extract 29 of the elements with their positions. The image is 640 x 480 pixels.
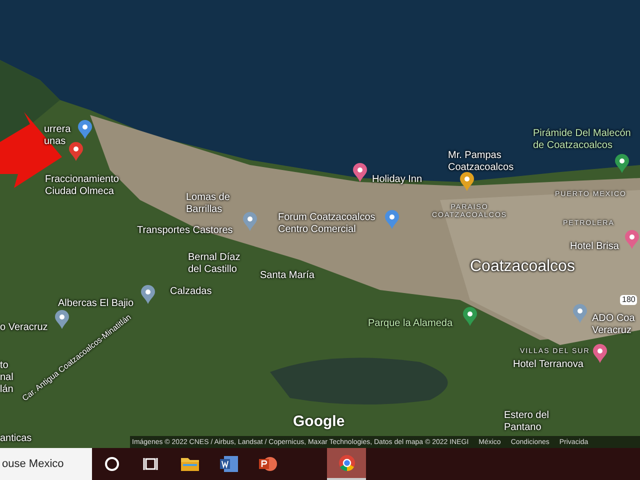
place-label: Hotel Terranova <box>513 359 584 371</box>
park-label: Parque la Alameda <box>368 318 453 330</box>
google-logo: Google <box>293 413 345 430</box>
place-label: ADO Coa Veracruz <box>592 313 635 337</box>
city-label: Coatzacoalcos <box>470 258 575 276</box>
place-label: Mr. Pampas Coatzacoalcos <box>448 150 514 174</box>
place-label: anticas <box>0 433 32 445</box>
place-label: o Veracruz <box>0 322 48 334</box>
document-icon <box>220 456 238 472</box>
search-field[interactable]: ouse Mexico <box>0 448 92 480</box>
place-label: Forum Coatzacoalcos Centro Comercial <box>278 212 376 236</box>
task-view-icon <box>142 456 158 472</box>
place-label: Lomas de Barrillas <box>186 192 230 216</box>
highway-shield: 180 <box>620 295 638 305</box>
place-label: Calzadas <box>170 286 212 298</box>
place-label: Fraccionamiento Ciudad Olmeca <box>45 174 119 198</box>
browser-icon <box>338 454 356 472</box>
park-label: Pirámide Del Malecón de Coatzacoalcos <box>533 128 631 152</box>
circle-icon <box>104 456 120 472</box>
place-label: Albercas El Bajio <box>58 298 134 310</box>
place-label: Bernal Díaz del Castillo <box>188 252 240 276</box>
place-label: Hotel Brisa <box>570 241 619 253</box>
place-label: Holiday Inn <box>372 174 422 186</box>
place-label: Estero del Pantano <box>504 410 550 434</box>
place-label: to nal lán <box>0 360 14 396</box>
slides-icon <box>258 456 276 472</box>
place-label: Santa María <box>260 270 314 282</box>
folder-icon <box>180 456 198 472</box>
chrome-taskbar-button[interactable] <box>327 448 366 480</box>
